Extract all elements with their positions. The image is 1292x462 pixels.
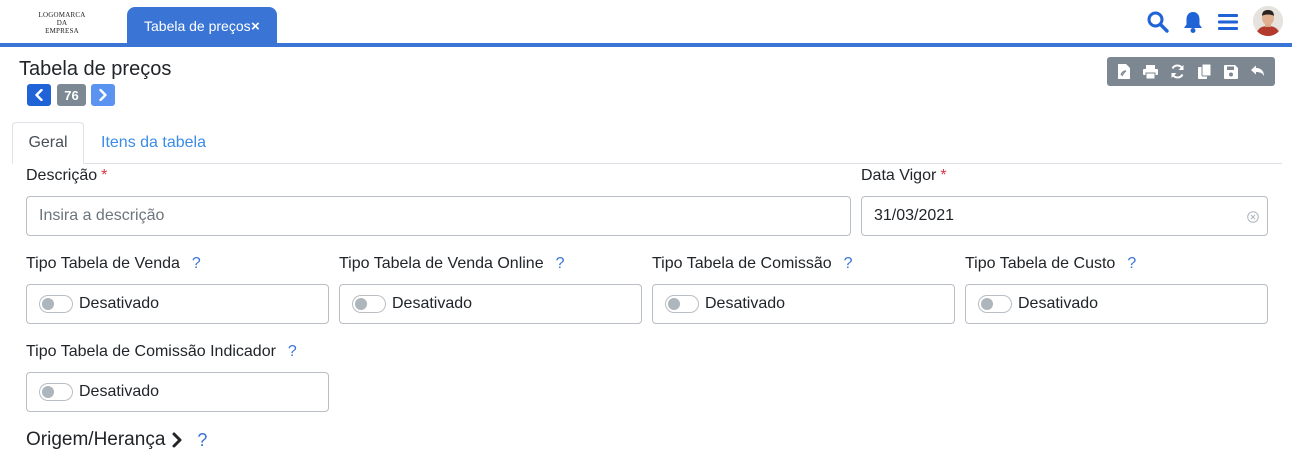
tipo-tabela-venda-online-toggle[interactable]: Desativado bbox=[339, 284, 642, 324]
tipo-tabela-custo-label: Tipo Tabela de Custo? bbox=[965, 255, 1137, 272]
data-vigor-input[interactable]: 31/03/2021 bbox=[861, 196, 1268, 236]
tipo-tabela-comissao-label: Tipo Tabela de Comissão? bbox=[652, 255, 853, 272]
tipo-tabela-venda-label: Tipo Tabela de Venda? bbox=[26, 255, 201, 272]
clear-date-icon[interactable] bbox=[1247, 210, 1259, 223]
record-number-badge: 76 bbox=[57, 84, 86, 106]
menu-icon[interactable] bbox=[1217, 10, 1239, 34]
open-tab-label: Tabela de preços bbox=[144, 18, 251, 34]
data-vigor-label: Data Vigor * bbox=[861, 167, 947, 184]
copy-icon[interactable] bbox=[1194, 62, 1214, 82]
save-icon[interactable] bbox=[1221, 62, 1241, 82]
tipo-tabela-comissao-indicador-label: Tipo Tabela de Comissão Indicador? bbox=[26, 343, 297, 360]
toggle-state: Desativado bbox=[79, 295, 160, 312]
pdf-icon[interactable] bbox=[1114, 62, 1134, 82]
tab-itens-da-tabela[interactable]: Itens da tabela bbox=[101, 122, 206, 164]
toggle-state: Desativado bbox=[705, 295, 786, 312]
tipo-tabela-venda-toggle[interactable]: Desativado bbox=[26, 284, 329, 324]
next-record-button[interactable] bbox=[91, 84, 115, 106]
help-icon[interactable]: ? bbox=[844, 255, 853, 272]
toggle-switch[interactable] bbox=[39, 295, 73, 313]
toggle-switch[interactable] bbox=[352, 295, 386, 313]
toggle-switch[interactable] bbox=[39, 383, 73, 401]
toggle-switch[interactable] bbox=[978, 295, 1012, 313]
data-vigor-value: 31/03/2021 bbox=[874, 207, 955, 224]
descricao-input[interactable]: Insira a descrição bbox=[26, 196, 851, 236]
required-marker: * bbox=[940, 167, 947, 184]
record-toolbar bbox=[1107, 57, 1275, 86]
required-marker: * bbox=[101, 167, 108, 184]
section-title: Origem/Herança bbox=[26, 429, 166, 450]
close-icon[interactable]: × bbox=[251, 19, 260, 34]
tipo-tabela-comissao-indicador-toggle[interactable]: Desativado bbox=[26, 372, 329, 412]
tipo-tabela-comissao-toggle[interactable]: Desativado bbox=[652, 284, 955, 324]
help-icon[interactable]: ? bbox=[288, 343, 297, 360]
refresh-icon[interactable] bbox=[1168, 62, 1188, 82]
help-icon[interactable]: ? bbox=[197, 430, 207, 451]
tipo-tabela-venda-online-label: Tipo Tabela de Venda Online? bbox=[339, 255, 565, 272]
descricao-label: Descrição * bbox=[26, 167, 108, 184]
open-tab-tabela-precos[interactable]: Tabela de preços × bbox=[127, 7, 277, 45]
toggle-state: Desativado bbox=[1018, 295, 1099, 312]
toggle-switch[interactable] bbox=[665, 295, 699, 313]
undo-icon[interactable] bbox=[1248, 62, 1268, 82]
toggle-state: Desativado bbox=[392, 295, 473, 312]
page-title: Tabela de preços bbox=[19, 58, 172, 80]
bell-icon[interactable] bbox=[1182, 10, 1204, 34]
help-icon[interactable]: ? bbox=[556, 255, 565, 272]
avatar[interactable] bbox=[1253, 6, 1283, 36]
toggle-state: Desativado bbox=[79, 383, 160, 400]
search-icon[interactable] bbox=[1146, 10, 1170, 34]
tipo-tabela-custo-toggle[interactable]: Desativado bbox=[965, 284, 1268, 324]
chevron-left-icon bbox=[35, 89, 43, 101]
previous-record-button[interactable] bbox=[27, 84, 51, 106]
top-bar: LOGOMARCA DA EMPRESA Tabela de preços × bbox=[0, 0, 1292, 45]
company-logo[interactable]: LOGOMARCA DA EMPRESA bbox=[30, 11, 94, 35]
top-bar-accent-line bbox=[0, 43, 1292, 47]
chevron-right-icon bbox=[99, 89, 107, 101]
tab-geral[interactable]: Geral bbox=[12, 122, 84, 164]
help-icon[interactable]: ? bbox=[1127, 255, 1136, 272]
print-icon[interactable] bbox=[1141, 62, 1161, 82]
chevron-right-icon[interactable] bbox=[171, 432, 183, 448]
origem-heranca-section[interactable]: Origem/Herança ? bbox=[26, 429, 207, 451]
help-icon[interactable]: ? bbox=[192, 255, 201, 272]
